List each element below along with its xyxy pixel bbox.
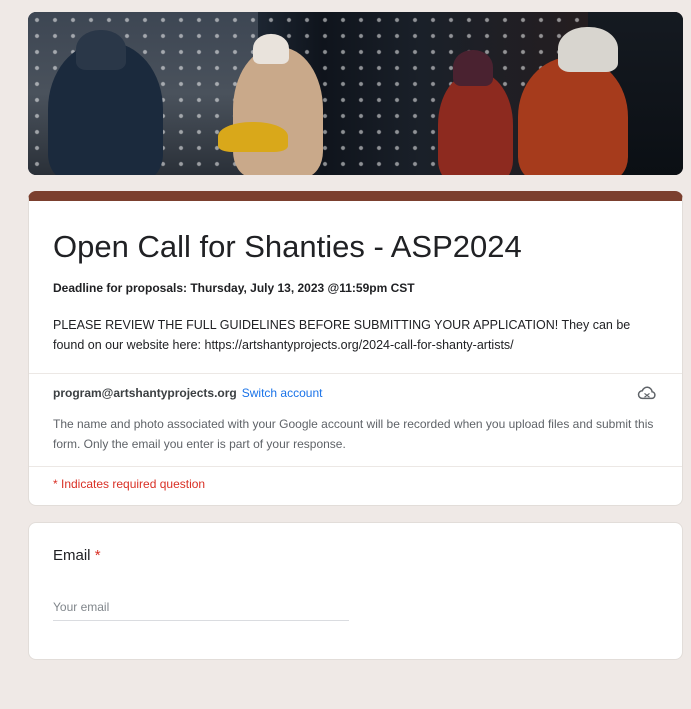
form-description: PLEASE REVIEW THE FULL GUIDELINES BEFORE…: [53, 318, 631, 352]
banner-person-center: [233, 47, 323, 175]
banner-yellow-glove: [218, 122, 288, 152]
banner-person-right-hat: [558, 27, 618, 72]
banner-person-left-head: [76, 30, 126, 70]
required-asterisk: *: [94, 547, 101, 564]
cloud-off-icon: [636, 382, 658, 404]
switch-account-link[interactable]: Switch account: [242, 386, 323, 400]
email-question-card: Email *: [28, 522, 683, 660]
account-email: program@artshantyprojects.org: [53, 386, 237, 400]
account-row: program@artshantyprojects.org Switch acc…: [29, 373, 682, 414]
email-input[interactable]: [53, 594, 349, 621]
banner-person-right: [518, 57, 628, 175]
email-label-text: Email: [53, 547, 91, 564]
required-question-note: * Indicates required question: [53, 477, 206, 491]
account-notice: The name and photo associated with your …: [53, 417, 654, 451]
banner-person-red-hat: [453, 50, 493, 86]
banner-person-center-hat: [253, 34, 289, 64]
form-title: Open Call for Shanties - ASP2024: [53, 229, 522, 264]
banner-person-red: [438, 72, 513, 175]
deadline-text: Deadline for proposals: Thursday, July 1…: [53, 281, 415, 295]
form-page: Open Call for Shanties - ASP2024 Deadlin…: [0, 0, 691, 709]
email-question-label: Email *: [53, 547, 658, 564]
header-banner-image: [28, 12, 683, 175]
form-header-card: Open Call for Shanties - ASP2024 Deadlin…: [28, 191, 683, 506]
